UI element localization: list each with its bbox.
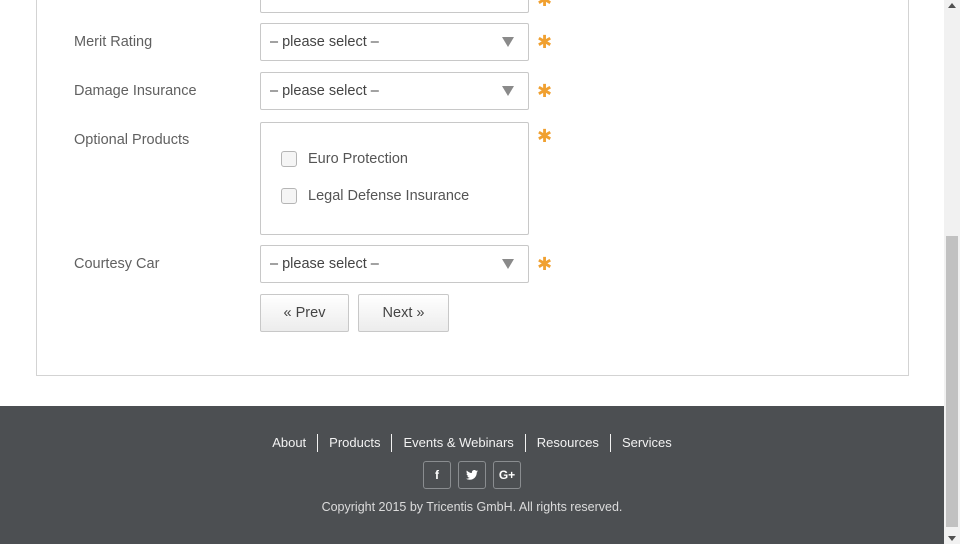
required-icon: ✱ <box>537 126 553 146</box>
dropdown-arrow-icon <box>502 37 514 47</box>
damage-insurance-select[interactable]: – please select – <box>260 72 529 110</box>
footer-link-about[interactable]: About <box>261 434 317 452</box>
required-icon: ✱ <box>537 254 553 274</box>
page: ✱ Merit Rating – please select – ✱ Damag… <box>0 0 944 544</box>
footer-link-products[interactable]: Products <box>318 434 391 452</box>
scroll-down-arrow-icon[interactable] <box>948 536 956 541</box>
required-icon: ✱ <box>537 32 553 52</box>
twitter-icon[interactable] <box>458 461 486 489</box>
merit-rating-label: Merit Rating <box>74 34 153 50</box>
dropdown-arrow-icon <box>502 259 514 269</box>
footer-links: About Products Events & Webinars Resourc… <box>0 434 944 452</box>
scrollbar-thumb[interactable] <box>946 236 958 527</box>
dropdown-arrow-icon <box>502 86 514 96</box>
required-icon: ✱ <box>537 81 553 101</box>
copyright-text: Copyright 2015 by Tricentis GmbH. All ri… <box>321 500 623 514</box>
google-plus-icon[interactable]: G+ <box>493 461 521 489</box>
courtesy-car-select[interactable]: – please select – <box>260 245 529 283</box>
footer-link-services[interactable]: Services <box>611 434 683 452</box>
optional-products-box: Euro Protection Legal Defense Insurance <box>260 122 529 235</box>
damage-insurance-label: Damage Insurance <box>74 83 197 99</box>
euro-protection-label: Euro Protection <box>308 151 408 167</box>
merit-rating-select[interactable]: – please select – <box>260 23 529 61</box>
previous-field-select[interactable] <box>260 0 529 13</box>
optional-products-label: Optional Products <box>74 132 190 148</box>
facebook-icon[interactable]: f <box>423 461 451 489</box>
prev-button[interactable]: « Prev <box>260 294 349 332</box>
scroll-up-arrow-icon[interactable] <box>948 3 956 8</box>
merit-rating-value: – please select – <box>270 34 379 50</box>
euro-protection-option[interactable]: Euro Protection <box>281 151 408 167</box>
euro-protection-checkbox[interactable] <box>281 151 297 167</box>
footer-link-resources[interactable]: Resources <box>526 434 610 452</box>
courtesy-car-value: – please select – <box>270 256 379 272</box>
required-icon: ✱ <box>537 0 553 10</box>
next-button[interactable]: Next » <box>358 294 449 332</box>
legal-defense-label: Legal Defense Insurance <box>308 188 470 204</box>
legal-defense-checkbox[interactable] <box>281 188 297 204</box>
legal-defense-option[interactable]: Legal Defense Insurance <box>281 188 469 204</box>
social-links: f G+ <box>0 461 944 489</box>
vertical-scrollbar[interactable] <box>944 0 960 544</box>
footer-link-events-webinars[interactable]: Events & Webinars <box>392 434 524 452</box>
damage-insurance-value: – please select – <box>270 83 379 99</box>
courtesy-car-label: Courtesy Car <box>74 256 160 272</box>
